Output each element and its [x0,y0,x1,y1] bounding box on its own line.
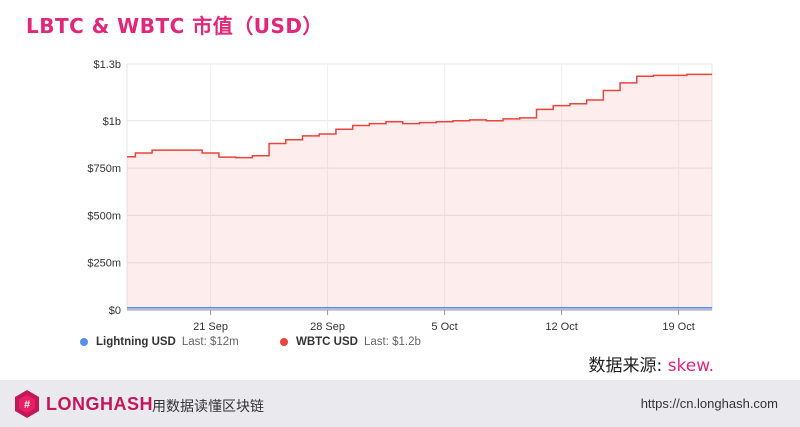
chart-area: $0 $250m $500m $750m $1b $1.3b 21 Sep 28 Sep 5 … [87,59,713,333]
footer-bar: # LONGHASH 用数据读懂区块链 https://cn.longhash.… [0,380,800,427]
x-tick-label: 21 Sep [193,321,228,333]
footer-url[interactable]: https://cn.longhash.com [641,396,778,411]
x-axis: 21 Sep 28 Sep 5 Oct 12 Oct 19 Oct [127,309,712,333]
y-tick-label: $1.3b [93,59,121,71]
legend-last-wbtc: Last: $1.2b [363,336,421,348]
legend-item-wbtc[interactable]: WBTC USD Last: $1.2b [280,336,421,348]
data-source: 数据来源: skew. [589,351,714,376]
y-tick-label: $0 [109,305,121,317]
svg-text:#: # [24,399,30,411]
legend-last-lightning: Last: $12m [181,336,239,348]
footer-logo-text: LONGHASH [46,394,153,414]
y-tick-label: $250m [87,258,121,270]
y-tick-label: $750m [87,163,121,175]
longhash-logo-icon: # [15,390,39,418]
x-tick-label: 5 Oct [431,321,457,333]
legend-label-lightning: Lightning USD [96,336,176,348]
y-axis: $0 $250m $500m $750m $1b $1.3b [87,59,121,317]
x-tick-label: 28 Sep [310,321,345,333]
legend-dot-lightning [80,338,88,346]
x-tick-label: 12 Oct [545,321,577,333]
y-tick-label: $500m [87,210,121,222]
legend-label-wbtc: WBTC USD [296,336,358,348]
footer-slogan: 用数据读懂区块链 [152,399,264,415]
legend-dot-wbtc [280,338,288,346]
legend-item-lightning[interactable]: Lightning USD Last: $12m [80,336,239,348]
x-tick-label: 19 Oct [662,321,694,333]
source-brand: skew. [667,356,714,376]
source-label: 数据来源: [588,356,668,376]
y-tick-label: $1b [103,116,121,128]
